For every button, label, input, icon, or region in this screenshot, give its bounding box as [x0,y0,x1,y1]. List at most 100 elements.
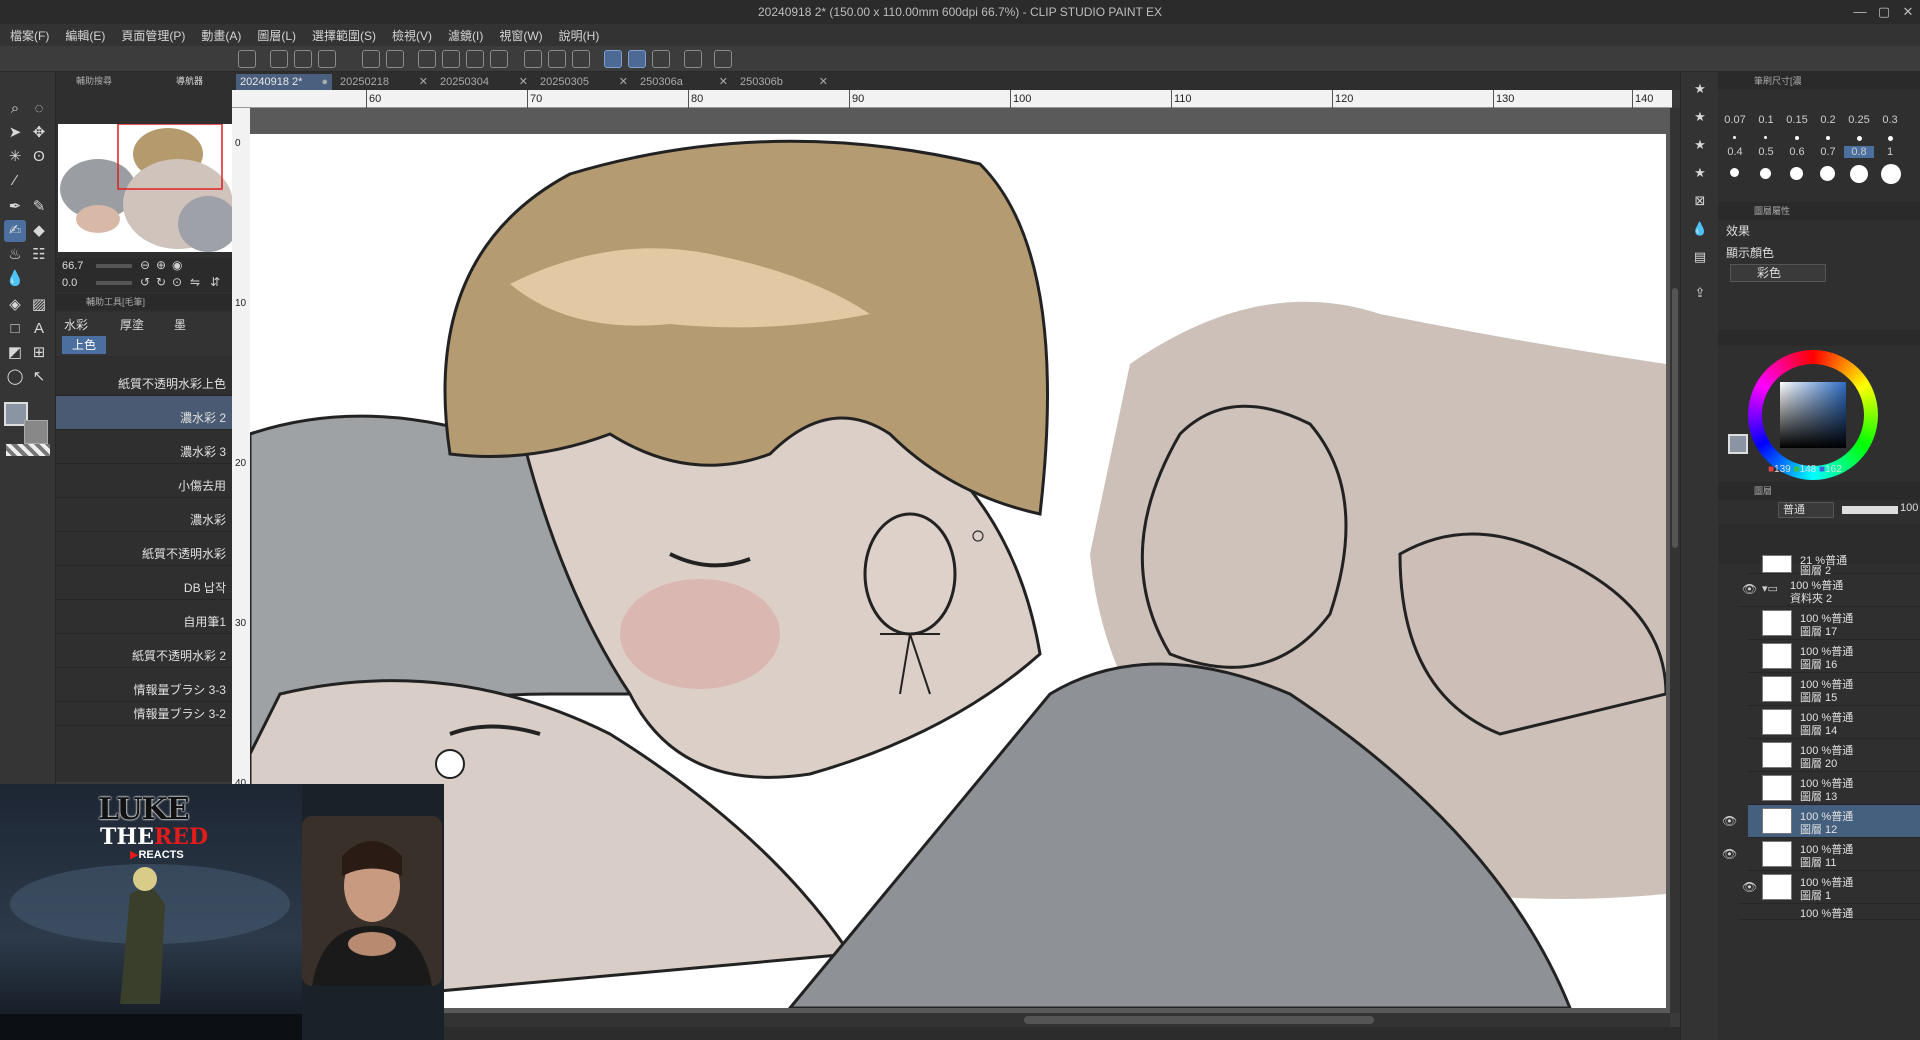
frame-border-icon[interactable]: ◩ [4,342,26,364]
redo-icon[interactable] [386,50,404,68]
brush-dot[interactable] [1733,136,1736,139]
brush-size-label[interactable]: 0.3 [1875,114,1905,126]
subtool-item[interactable]: 情報量ブラシ 3-2 [56,702,232,726]
transparent-color-swatch[interactable] [6,444,50,456]
pen-tool-icon[interactable]: ✒ [4,196,26,218]
layer-row[interactable]: 100 %普通 圖層 14 [1748,706,1920,739]
minimize-button[interactable]: — [1848,0,1872,24]
brush-dot[interactable] [1881,164,1901,184]
canvas-paper[interactable] [250,134,1668,1010]
subtool-item[interactable]: 小傷去用 [56,464,232,498]
show-selection-icon[interactable] [572,50,590,68]
brush-size-label[interactable]: 0.1 [1751,114,1781,126]
subtool-item[interactable]: DB 납작 [56,566,232,600]
help-icon[interactable] [714,50,732,68]
snap-special-ruler-icon[interactable] [628,50,646,68]
close-tab-icon[interactable]: ✕ [719,74,728,90]
layer-row[interactable]: 👁 100 %普通 圖層 1 [1738,871,1920,904]
snap-grid-icon[interactable] [652,50,670,68]
tab-navigator[interactable]: 導航器 [176,72,203,90]
display-color-select[interactable]: 彩色 [1730,264,1826,282]
rotate-left-icon[interactable]: ↺ [140,275,150,289]
subtool-item[interactable]: 濃水彩 [56,498,232,532]
zoom-in-icon[interactable]: ⊕ [156,258,166,272]
save-icon[interactable] [318,50,336,68]
horizontal-scrollbar[interactable] [444,1013,1670,1027]
layer-row-selected[interactable]: 👁 100 %普通 圖層 12 [1722,805,1920,838]
brush-tool-icon[interactable]: ✍ [4,220,26,242]
visibility-eye-icon[interactable]: 👁 [1722,814,1737,828]
tab-document[interactable]: 20250304 ✕ [436,74,532,90]
canvas-area[interactable] [250,108,1670,1013]
lasso-select-icon[interactable]: ◌ [28,98,50,120]
brush-dot[interactable] [1790,167,1803,180]
maximize-button[interactable]: ▢ [1872,0,1896,24]
subtool-item[interactable]: 紙質不透明水彩 [56,532,232,566]
menu-window[interactable]: 視窗(W) [499,27,542,44]
star-icon[interactable]: ★ [1689,78,1711,100]
vertical-scrollbar[interactable] [1670,108,1680,1013]
menu-filter[interactable]: 濾鏡(I) [448,27,483,44]
export-icon[interactable]: ⇪ [1689,282,1711,304]
brush-size-label[interactable]: 0.4 [1720,146,1750,158]
invert-selection-icon[interactable] [548,50,566,68]
gradient-tool-icon[interactable]: ▨ [28,294,50,316]
brush-size-label[interactable]: 0.07 [1720,114,1750,126]
layer-row[interactable]: 100 %普通 [1738,904,1920,920]
brush-dot[interactable] [1764,136,1767,139]
auto-select-icon[interactable]: ✳ [4,146,26,168]
subtool-item[interactable]: 濃水彩 3 [56,430,232,464]
brush-dot[interactable] [1857,136,1862,141]
folder-icon[interactable]: ▾▭ [1762,582,1778,595]
star-icon[interactable]: ★ [1689,162,1711,184]
text-tool-icon[interactable]: A [28,318,50,340]
rotation-slider[interactable] [96,281,132,285]
brush-dot[interactable] [1795,136,1799,140]
brush-dot[interactable] [1730,168,1739,177]
zoom-slider[interactable] [96,264,132,268]
navigator-preview[interactable] [58,124,232,252]
brush-dot[interactable] [1850,165,1868,183]
group-coloring[interactable]: 上色 [62,336,106,354]
tab-document[interactable]: 20250218 ✕ [336,74,432,90]
group-ink[interactable]: 墨 [174,316,186,333]
color-square[interactable] [1780,382,1846,448]
layer-row[interactable]: 21 %普通 圖層 2 [1748,552,1920,577]
scroll-thumb[interactable] [1024,1016,1374,1024]
brush-dot[interactable] [1760,168,1771,179]
balloon-tool-icon[interactable]: ◯ [4,366,26,388]
layer-row[interactable]: 100 %普通 圖層 16 [1748,640,1920,673]
layer-row[interactable]: 100 %普通 圖層 20 [1748,739,1920,772]
brush-dot[interactable] [1820,166,1835,181]
tab-document[interactable]: 20250305 ✕ [536,74,632,90]
snap-ruler-icon[interactable] [604,50,622,68]
loading-icon[interactable] [418,50,436,68]
move-tool-icon[interactable]: ✥ [28,122,50,144]
deselect-icon[interactable] [524,50,542,68]
visibility-eye-icon[interactable]: 👁 [1742,582,1757,596]
layer-row[interactable]: 👁 100 %普通 圖層 11 [1722,838,1920,871]
clear-icon[interactable] [442,50,460,68]
close-button[interactable]: ✕ [1896,0,1920,24]
brush-size-label[interactable]: 1 [1875,146,1905,158]
opacity-value[interactable]: 100 [1900,502,1918,514]
decoration-tool-icon[interactable]: ☷ [28,244,50,266]
current-color-swatch[interactable] [1728,434,1748,454]
close-tab-icon[interactable]: ✕ [419,74,428,90]
reset-rotation-icon[interactable]: ⊙ [172,275,182,289]
pencil-tool-icon[interactable]: ✎ [28,196,50,218]
ruler-tool-icon[interactable]: ⊞ [28,342,50,364]
undo-icon[interactable] [362,50,380,68]
tab-search-assist[interactable]: 輔助搜尋 [76,72,112,90]
brush-dot[interactable] [1888,136,1893,141]
companion-icon[interactable] [684,50,702,68]
brush-size-label[interactable]: 0.25 [1844,114,1874,126]
figure-tool-icon[interactable]: □ [4,318,26,340]
clip-studio-icon[interactable] [238,50,256,68]
menu-file[interactable]: 檔案(F) [10,27,49,44]
new-file-icon[interactable] [270,50,288,68]
layer-row[interactable]: 100 %普通 圖層 15 [1748,673,1920,706]
correct-line-icon[interactable]: ↖ [28,366,50,388]
operation-tool-icon[interactable]: ➤ [4,122,26,144]
fill-icon[interactable] [466,50,484,68]
